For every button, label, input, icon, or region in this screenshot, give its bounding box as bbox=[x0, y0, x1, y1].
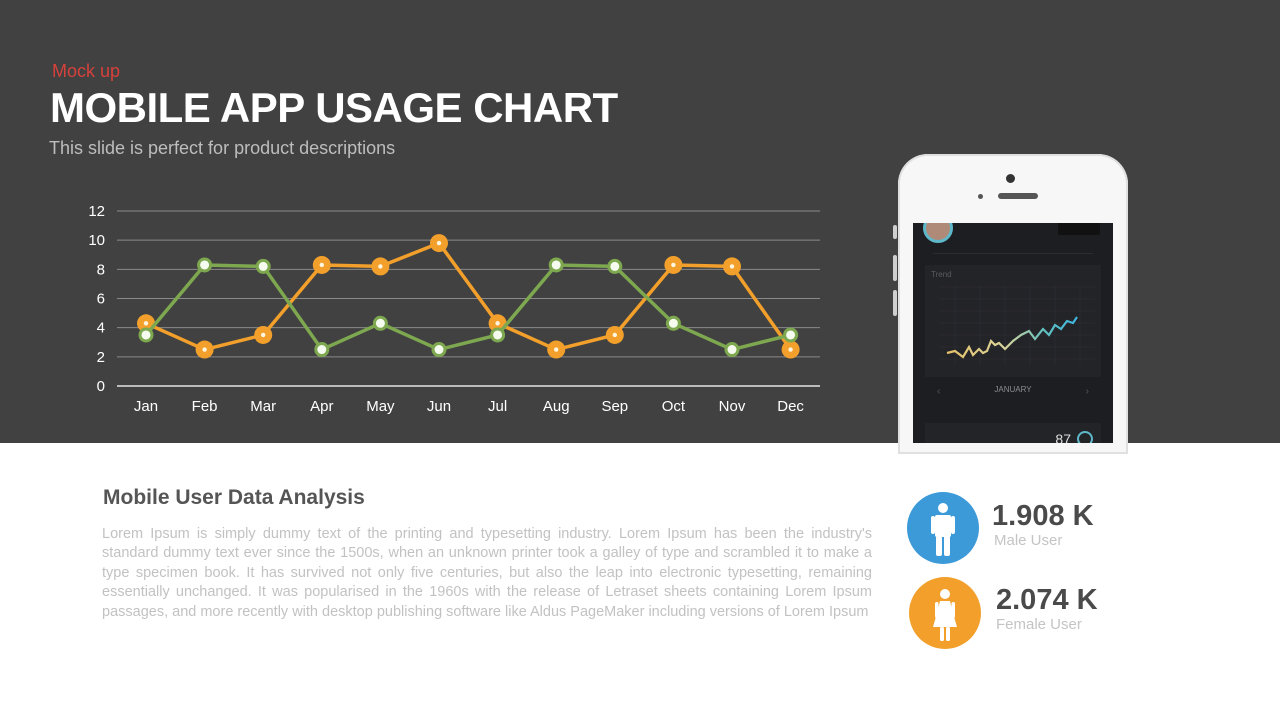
data-point-center bbox=[319, 262, 324, 268]
x-tick-label: Mar bbox=[250, 398, 276, 415]
x-tick-label: Dec bbox=[777, 398, 804, 415]
month-label: JANUARY bbox=[994, 385, 1032, 394]
x-tick-label: May bbox=[366, 398, 395, 415]
x-tick-label: Sep bbox=[601, 398, 628, 415]
data-point-center bbox=[436, 240, 442, 246]
x-tick-label: Jun bbox=[427, 398, 451, 415]
phone-volume-down bbox=[893, 290, 897, 316]
male-icon bbox=[931, 503, 955, 556]
series-orange bbox=[137, 234, 800, 359]
screen-button bbox=[1058, 223, 1100, 235]
y-tick-label: 8 bbox=[97, 261, 105, 278]
data-point-center bbox=[612, 332, 617, 338]
data-point-center bbox=[493, 330, 503, 340]
data-point-center bbox=[200, 260, 210, 270]
value-readout: 87 bbox=[1055, 431, 1071, 443]
data-point-center bbox=[786, 330, 796, 340]
section-body: Lorem Ipsum is simply dummy text of the … bbox=[102, 526, 872, 620]
male-stat-badge bbox=[907, 492, 979, 564]
phone-speaker bbox=[998, 193, 1038, 199]
data-point-center bbox=[141, 330, 151, 340]
data-point-center bbox=[202, 347, 207, 352]
divider bbox=[933, 253, 1093, 254]
female-stat-badge bbox=[909, 577, 981, 649]
data-point-center bbox=[317, 345, 327, 355]
phone-screen: Trend ‹ JANUARY › 87 bbox=[913, 223, 1113, 443]
phone-sensor bbox=[978, 194, 983, 199]
data-point-center bbox=[258, 261, 268, 271]
y-tick-label: 6 bbox=[97, 291, 105, 308]
x-tick-label: Jul bbox=[488, 398, 507, 415]
value-card: 87 bbox=[925, 423, 1101, 443]
female-icon bbox=[933, 589, 957, 641]
data-point-center bbox=[788, 347, 793, 352]
next-month-button[interactable]: › bbox=[1086, 386, 1089, 397]
data-point-center bbox=[261, 332, 266, 338]
x-tick-label: Apr bbox=[310, 398, 333, 415]
y-tick-label: 0 bbox=[97, 378, 105, 395]
x-tick-label: Oct bbox=[662, 398, 686, 415]
data-point-center bbox=[143, 321, 149, 326]
y-tick-label: 10 bbox=[88, 232, 105, 249]
y-axis-ticks: 0 2 4 6 8 10 12 bbox=[88, 203, 105, 395]
x-axis-ticks: Jan Feb Mar Apr May Jun Jul Aug Sep Oct Nov Dec bbox=[134, 398, 805, 415]
x-tick-label: Jan bbox=[134, 398, 158, 415]
trend-card: Trend bbox=[925, 265, 1101, 377]
section-title: Mobile User Data Analysis bbox=[103, 486, 365, 509]
x-tick-label: Aug bbox=[543, 398, 570, 415]
y-tick-label: 2 bbox=[97, 349, 105, 366]
series-line bbox=[144, 263, 792, 352]
data-point-center bbox=[375, 318, 385, 328]
x-tick-label: Nov bbox=[719, 398, 746, 415]
y-tick-label: 12 bbox=[88, 203, 105, 220]
male-user-count: 1.908 K bbox=[992, 500, 1094, 532]
data-point-center bbox=[671, 262, 676, 268]
phone-mockup: Trend ‹ JANUARY › 87 bbox=[898, 154, 1128, 454]
chart-series bbox=[137, 234, 800, 359]
data-point-center bbox=[727, 345, 737, 355]
data-point-center bbox=[668, 318, 678, 328]
phone-volume-up bbox=[893, 255, 897, 281]
data-point-center bbox=[495, 321, 500, 326]
male-user-label: Male User bbox=[994, 532, 1063, 549]
avatar bbox=[923, 223, 953, 243]
data-point-center bbox=[434, 345, 444, 355]
data-point-center bbox=[554, 347, 559, 352]
female-user-label: Female User bbox=[996, 616, 1082, 633]
phone-camera bbox=[1006, 174, 1015, 183]
trend-mini-chart bbox=[939, 285, 1095, 365]
data-point-center bbox=[610, 261, 620, 271]
data-point-center bbox=[551, 260, 561, 270]
x-tick-label: Feb bbox=[192, 398, 218, 415]
female-user-count: 2.074 K bbox=[996, 584, 1098, 616]
data-point-center bbox=[378, 264, 383, 269]
data-point-center bbox=[729, 264, 735, 269]
chart-grid bbox=[117, 210, 820, 387]
phone-mute-switch bbox=[893, 225, 897, 239]
y-tick-label: 4 bbox=[97, 320, 105, 337]
value-icon bbox=[1077, 431, 1093, 443]
